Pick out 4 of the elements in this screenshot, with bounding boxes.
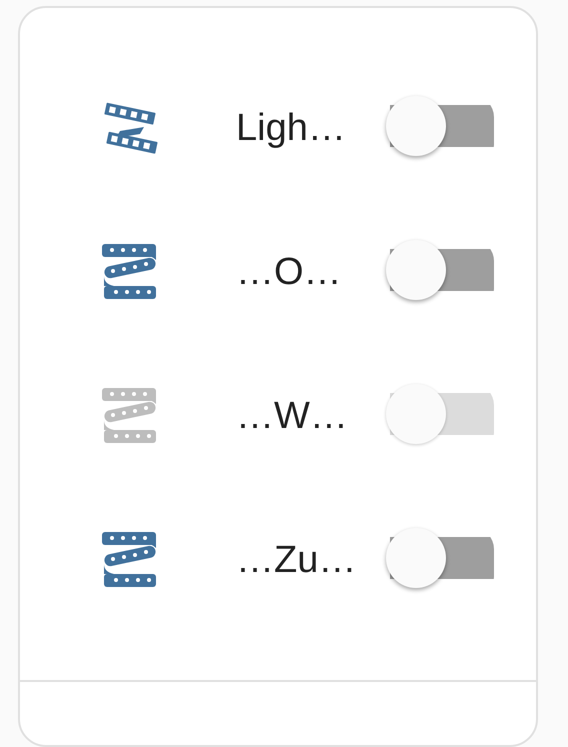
row-label: Ligh…: [236, 106, 347, 150]
row-label: …Zu…: [236, 538, 358, 582]
row-label: …O…: [236, 250, 343, 294]
row-label: …W…: [236, 394, 349, 438]
